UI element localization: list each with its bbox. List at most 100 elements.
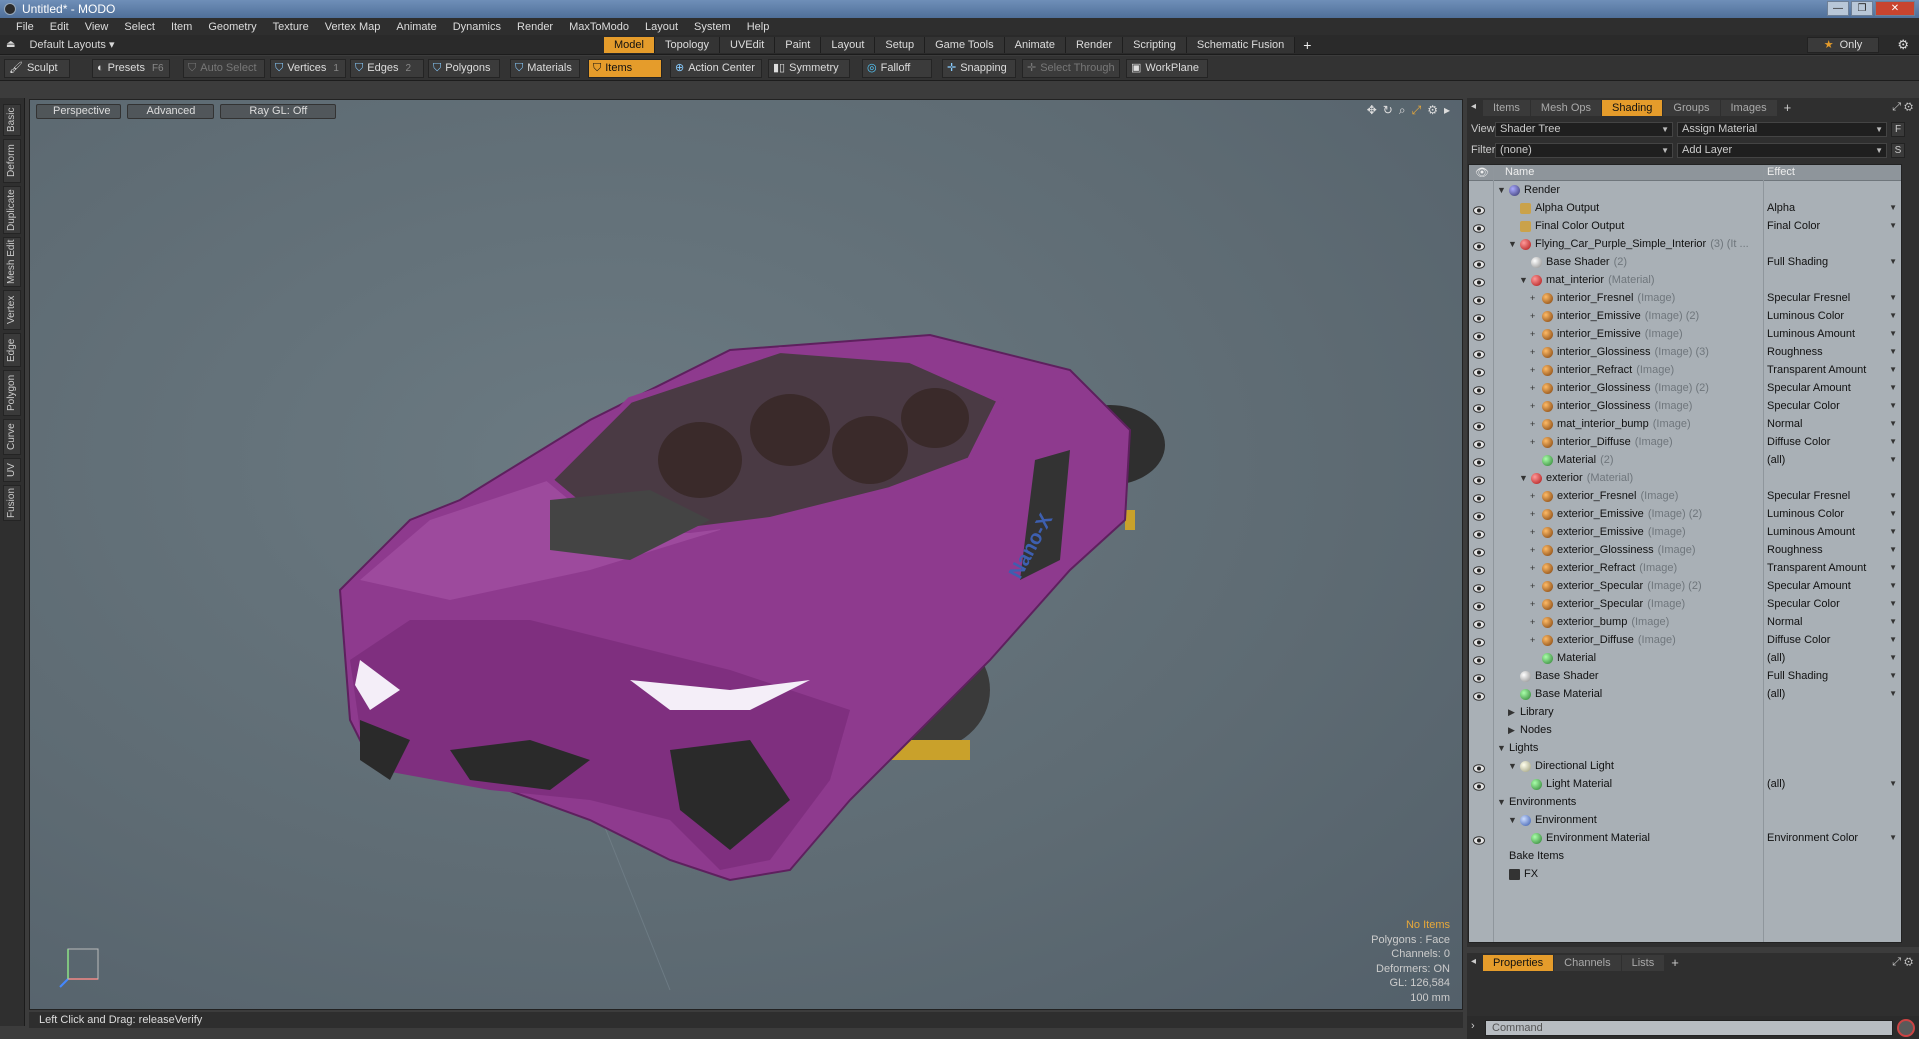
eye-icon[interactable] [1473, 257, 1485, 269]
default-layouts-dropdown[interactable]: Default Layouts ▾ [29, 38, 114, 51]
eye-icon[interactable] [1473, 293, 1485, 305]
item-effect[interactable]: (all) [1767, 649, 1785, 667]
filter-dropdown[interactable]: (none) [1495, 142, 1673, 158]
expand-plus-icon[interactable]: + [1530, 613, 1538, 631]
shader-tree-row[interactable]: + interior_Glossiness (Image) Specular Colo… [1469, 397, 1901, 415]
materials-button[interactable]: ⛉ Materials [510, 59, 580, 78]
menu-layout[interactable]: Layout [637, 21, 686, 33]
effect-dropdown-icon[interactable]: ▼ [1889, 415, 1897, 433]
record-icon[interactable] [1897, 1019, 1915, 1037]
maximize-icon[interactable]: ⤢ [1412, 103, 1422, 118]
properties-tab-lists[interactable]: Lists [1621, 955, 1665, 971]
menu-maxtomodo[interactable]: MaxToModo [561, 21, 637, 33]
left-tab-duplicate[interactable]: Duplicate [3, 186, 21, 234]
expand-plus-icon[interactable]: + [1530, 361, 1538, 379]
minimize-button[interactable]: — [1827, 1, 1849, 16]
disclosure-triangle-icon[interactable]: ▼ [1508, 811, 1517, 829]
properties-pin-icon[interactable]: ◂ [1471, 956, 1476, 967]
properties-settings-icon[interactable]: ⤢ ⚙ [1892, 956, 1913, 969]
effect-dropdown-icon[interactable]: ▼ [1889, 685, 1897, 703]
shader-tree-row[interactable]: ▼ Directional Light [1469, 757, 1901, 775]
shader-tree-row[interactable]: Bake Items [1469, 847, 1901, 865]
expand-plus-icon[interactable]: + [1530, 595, 1538, 613]
disclosure-triangle-icon[interactable]: ▼ [1497, 181, 1506, 199]
workplane-button[interactable]: ▣ WorkPlane [1126, 59, 1208, 78]
disclosure-triangle-icon[interactable]: ▼ [1497, 739, 1506, 757]
eye-icon[interactable] [1473, 347, 1485, 359]
expand-plus-icon[interactable]: + [1530, 505, 1538, 523]
left-tab-mesh-edit[interactable]: Mesh Edit [3, 237, 21, 287]
eye-icon[interactable] [1473, 491, 1485, 503]
properties-tab-properties[interactable]: Properties [1483, 955, 1554, 971]
shader-tree-row[interactable]: + exterior_Emissive (Image) Luminous Amount… [1469, 523, 1901, 541]
effect-dropdown-icon[interactable]: ▼ [1889, 307, 1897, 325]
effect-dropdown-icon[interactable]: ▼ [1889, 253, 1897, 271]
menu-render[interactable]: Render [509, 21, 561, 33]
left-tab-polygon[interactable]: Polygon [3, 370, 21, 416]
eye-icon[interactable] [1473, 365, 1485, 377]
eye-icon[interactable] [1473, 779, 1485, 791]
sculpt-button[interactable]: 🖌 Sculpt [4, 59, 70, 78]
item-effect[interactable]: Normal [1767, 415, 1802, 433]
expand-plus-icon[interactable]: + [1530, 415, 1538, 433]
shader-tree-row[interactable]: + exterior_bump (Image) Normal ▼ [1469, 613, 1901, 631]
menu-edit[interactable]: Edit [42, 21, 77, 33]
items-button[interactable]: ⛉ Items [588, 59, 662, 78]
item-effect[interactable]: Full Shading [1767, 253, 1828, 271]
tab-paint[interactable]: Paint [775, 37, 822, 53]
eye-icon[interactable] [1473, 275, 1485, 287]
panel-tab-shading[interactable]: Shading [1602, 100, 1663, 116]
effect-dropdown-icon[interactable]: ▼ [1889, 829, 1897, 847]
effect-dropdown-icon[interactable]: ▼ [1889, 433, 1897, 451]
shader-tree-row[interactable]: Environment Material Environment Color ▼ [1469, 829, 1901, 847]
tab-setup[interactable]: Setup [875, 37, 926, 53]
item-effect[interactable]: Environment Color [1767, 829, 1858, 847]
menu-geometry[interactable]: Geometry [200, 21, 264, 33]
eye-icon[interactable] [1473, 599, 1485, 611]
shader-tree-row[interactable]: Base Material (all) ▼ [1469, 685, 1901, 703]
panel-tab-mesh-ops[interactable]: Mesh Ops [1530, 100, 1602, 116]
effect-dropdown-icon[interactable]: ▼ [1889, 559, 1897, 577]
shader-tree-row[interactable]: ▼ Flying_Car_Purple_Simple_Interior (3) (I… [1469, 235, 1901, 253]
left-tab-vertex[interactable]: Vertex [3, 290, 21, 330]
effect-dropdown-icon[interactable]: ▼ [1889, 505, 1897, 523]
eye-icon[interactable] [1473, 833, 1485, 845]
auto-select-button[interactable]: ⛉ Auto Select [183, 59, 265, 78]
eye-icon[interactable] [1473, 545, 1485, 557]
shader-tree-row[interactable]: Base Shader (2) Full Shading ▼ [1469, 253, 1901, 271]
disclosure-triangle-icon[interactable]: ▶ [1508, 721, 1516, 739]
eye-icon[interactable] [1473, 401, 1485, 413]
eye-icon[interactable] [1473, 509, 1485, 521]
shader-tree-row[interactable]: ▼ Environments [1469, 793, 1901, 811]
shader-tree-row[interactable]: + interior_Refract (Image) Transparent Amou… [1469, 361, 1901, 379]
effect-dropdown-icon[interactable]: ▼ [1889, 379, 1897, 397]
disclosure-triangle-icon[interactable]: ▼ [1508, 757, 1517, 775]
shader-tree-row[interactable]: FX [1469, 865, 1901, 883]
panel-tab-items[interactable]: Items [1483, 100, 1530, 116]
effect-dropdown-icon[interactable]: ▼ [1889, 595, 1897, 613]
expand-plus-icon[interactable]: + [1530, 523, 1538, 541]
shader-tree-row[interactable]: Material (all) ▼ [1469, 649, 1901, 667]
effect-dropdown-icon[interactable]: ▼ [1889, 541, 1897, 559]
item-effect[interactable]: Roughness [1767, 343, 1823, 361]
pan-icon[interactable]: ✥ [1367, 103, 1377, 118]
shader-tree-row[interactable]: + mat_interior_bump (Image) Normal ▼ [1469, 415, 1901, 433]
effect-dropdown-icon[interactable]: ▼ [1889, 289, 1897, 307]
menu-animate[interactable]: Animate [388, 21, 444, 33]
item-effect[interactable]: Normal [1767, 613, 1802, 631]
eye-icon[interactable] [1473, 329, 1485, 341]
expand-plus-icon[interactable]: + [1530, 577, 1538, 595]
presets-button[interactable]: ◐ Presets F6 [92, 59, 170, 78]
shader-tree-row[interactable]: ▼ mat_interior (Material) [1469, 271, 1901, 289]
disclosure-triangle-icon[interactable]: ▼ [1497, 793, 1506, 811]
item-effect[interactable]: Transparent Amount [1767, 559, 1866, 577]
menu-select[interactable]: Select [116, 21, 163, 33]
panel-tab-groups[interactable]: Groups [1663, 100, 1720, 116]
disclosure-triangle-icon[interactable]: ▶ [1508, 703, 1516, 721]
eye-icon[interactable] [1473, 527, 1485, 539]
shader-tree-row[interactable]: Material (2) (all) ▼ [1469, 451, 1901, 469]
effect-dropdown-icon[interactable]: ▼ [1889, 361, 1897, 379]
shader-tree-row[interactable]: ▼ Lights [1469, 739, 1901, 757]
effect-dropdown-icon[interactable]: ▼ [1889, 613, 1897, 631]
eye-icon[interactable] [1473, 671, 1485, 683]
